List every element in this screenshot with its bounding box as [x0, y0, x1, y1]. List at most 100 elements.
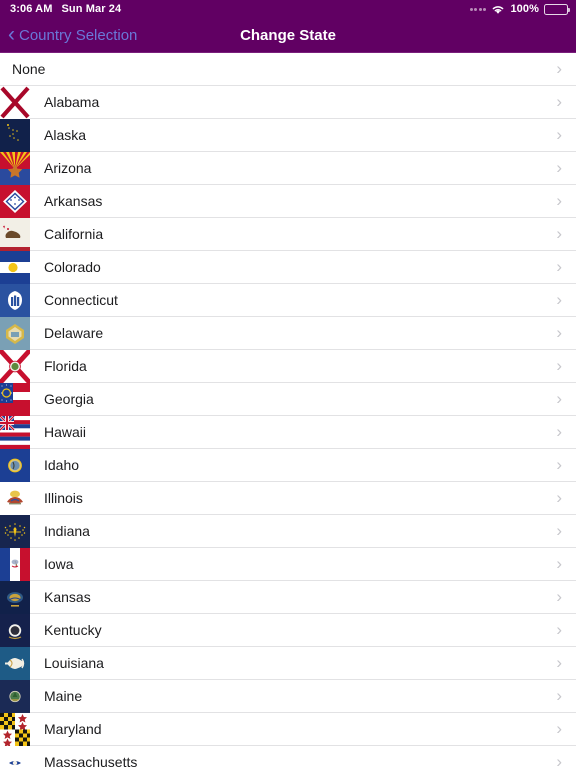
list-item-label: Maine: [44, 688, 83, 704]
list-item-label: Connecticut: [44, 292, 118, 308]
flag-icon-colorado: [0, 250, 30, 284]
flag-icon-arizona: [0, 151, 30, 185]
flag-icon-maryland: [0, 712, 30, 746]
chevron-right-icon: ›: [556, 223, 562, 243]
list-item[interactable]: Maine ›: [0, 679, 576, 713]
list-item-label: Iowa: [44, 556, 74, 572]
status-bar-date: Sun Mar 24: [61, 3, 122, 15]
list-item[interactable]: California ›: [0, 217, 576, 251]
flag-icon-connecticut: [0, 283, 30, 317]
flag-icon-delaware: [0, 316, 30, 350]
list-item[interactable]: Delaware ›: [0, 316, 576, 350]
flag-icon-illinois: [0, 481, 30, 515]
list-item-label: Georgia: [44, 391, 94, 407]
chevron-right-icon: ›: [556, 685, 562, 705]
list-item-label: Hawaii: [44, 424, 87, 440]
list-item[interactable]: Connecticut ›: [0, 283, 576, 317]
list-item-label: Illinois: [44, 490, 83, 506]
list-item[interactable]: Colorado ›: [0, 250, 576, 284]
list-item[interactable]: Arizona ›: [0, 151, 576, 185]
list-item[interactable]: Kentucky ›: [0, 613, 576, 647]
list-item-label: Alabama: [44, 94, 100, 110]
list-item-label: Massachusetts: [44, 754, 138, 768]
chevron-right-icon: ›: [556, 520, 562, 540]
flag-icon-georgia: [0, 382, 30, 416]
list-item[interactable]: Arkansas ›: [0, 184, 576, 218]
list-item[interactable]: Kansas ›: [0, 580, 576, 614]
status-bar: 3:06 AM Sun Mar 24 100%: [0, 0, 576, 18]
list-item[interactable]: Alabama ›: [0, 85, 576, 119]
chevron-right-icon: ›: [556, 157, 562, 177]
back-button[interactable]: ‹ Country Selection: [0, 22, 138, 46]
chevron-right-icon: ›: [556, 190, 562, 210]
list-item[interactable]: Maryland ›: [0, 712, 576, 746]
list-item-label: Colorado: [44, 259, 101, 275]
chevron-left-icon: ‹: [8, 22, 15, 46]
wifi-icon: [491, 4, 505, 15]
list-item[interactable]: Iowa ›: [0, 547, 576, 581]
list-item-label: Arizona: [44, 160, 92, 176]
list-item-label: Maryland: [44, 721, 102, 737]
chevron-right-icon: ›: [556, 586, 562, 606]
chevron-right-icon: ›: [556, 388, 562, 408]
chevron-right-icon: ›: [556, 619, 562, 639]
list-item-label: Idaho: [44, 457, 80, 473]
list-item[interactable]: Georgia ›: [0, 382, 576, 416]
chevron-right-icon: ›: [556, 751, 562, 768]
battery-percent-label: 100%: [510, 3, 539, 15]
chevron-right-icon: ›: [556, 256, 562, 276]
list-item[interactable]: Indiana ›: [0, 514, 576, 548]
flag-icon-florida: [0, 349, 30, 383]
back-button-label: Country Selection: [19, 26, 138, 44]
chevron-right-icon: ›: [556, 718, 562, 738]
status-bar-left: 3:06 AM Sun Mar 24: [10, 3, 121, 15]
chevron-right-icon: ›: [556, 652, 562, 672]
navigation-bar: ‹ Country Selection Change State: [0, 18, 576, 53]
list-item-label: California: [44, 226, 104, 242]
chevron-right-icon: ›: [556, 124, 562, 144]
chevron-right-icon: ›: [556, 553, 562, 573]
chevron-right-icon: ›: [556, 355, 562, 375]
list-item[interactable]: Illinois ›: [0, 481, 576, 515]
chevron-right-icon: ›: [556, 421, 562, 441]
battery-icon: [544, 3, 570, 15]
list-item-label: Indiana: [44, 523, 90, 539]
list-item-label: Kansas: [44, 589, 91, 605]
flag-icon-maine: [0, 679, 30, 713]
list-item-label: Florida: [44, 358, 87, 374]
list-item[interactable]: Massachusetts ›: [0, 745, 576, 768]
list-item-label: Arkansas: [44, 193, 103, 209]
flag-icon-alaska: [0, 118, 30, 152]
flag-icon-louisiana: [0, 646, 30, 680]
flag-icon-arkansas: [0, 184, 30, 218]
list-item-label: Alaska: [44, 127, 87, 143]
flag-icon-idaho: [0, 448, 30, 482]
chevron-right-icon: ›: [556, 487, 562, 507]
list-item[interactable]: Alaska ›: [0, 118, 576, 152]
chevron-right-icon: ›: [556, 58, 562, 78]
flag-icon-iowa: [0, 547, 30, 581]
signal-dots-icon: [469, 7, 487, 11]
state-list[interactable]: None › Alabama › Alaska › Arizona › Arkansas › Cal…: [0, 53, 576, 768]
flag-icon-kansas: [0, 580, 30, 614]
list-item[interactable]: None ›: [0, 53, 576, 86]
list-item-label: Delaware: [44, 325, 104, 341]
status-bar-time: 3:06 AM: [10, 3, 53, 15]
list-item-label: Kentucky: [44, 622, 102, 638]
list-item-label: None: [12, 61, 46, 77]
flag-icon-california: [0, 217, 30, 251]
flag-icon-kentucky: [0, 613, 30, 647]
chevron-right-icon: ›: [556, 322, 562, 342]
list-item[interactable]: Idaho ›: [0, 448, 576, 482]
flag-icon-massachusetts: [0, 745, 30, 768]
chevron-right-icon: ›: [556, 454, 562, 474]
flag-icon-indiana: [0, 514, 30, 548]
list-item[interactable]: Florida ›: [0, 349, 576, 383]
chevron-right-icon: ›: [556, 91, 562, 111]
chevron-right-icon: ›: [556, 289, 562, 309]
list-item-label: Louisiana: [44, 655, 104, 671]
list-item[interactable]: Louisiana ›: [0, 646, 576, 680]
flag-icon-hawaii: [0, 415, 30, 449]
flag-icon-alabama: [0, 85, 30, 119]
list-item[interactable]: Hawaii ›: [0, 415, 576, 449]
